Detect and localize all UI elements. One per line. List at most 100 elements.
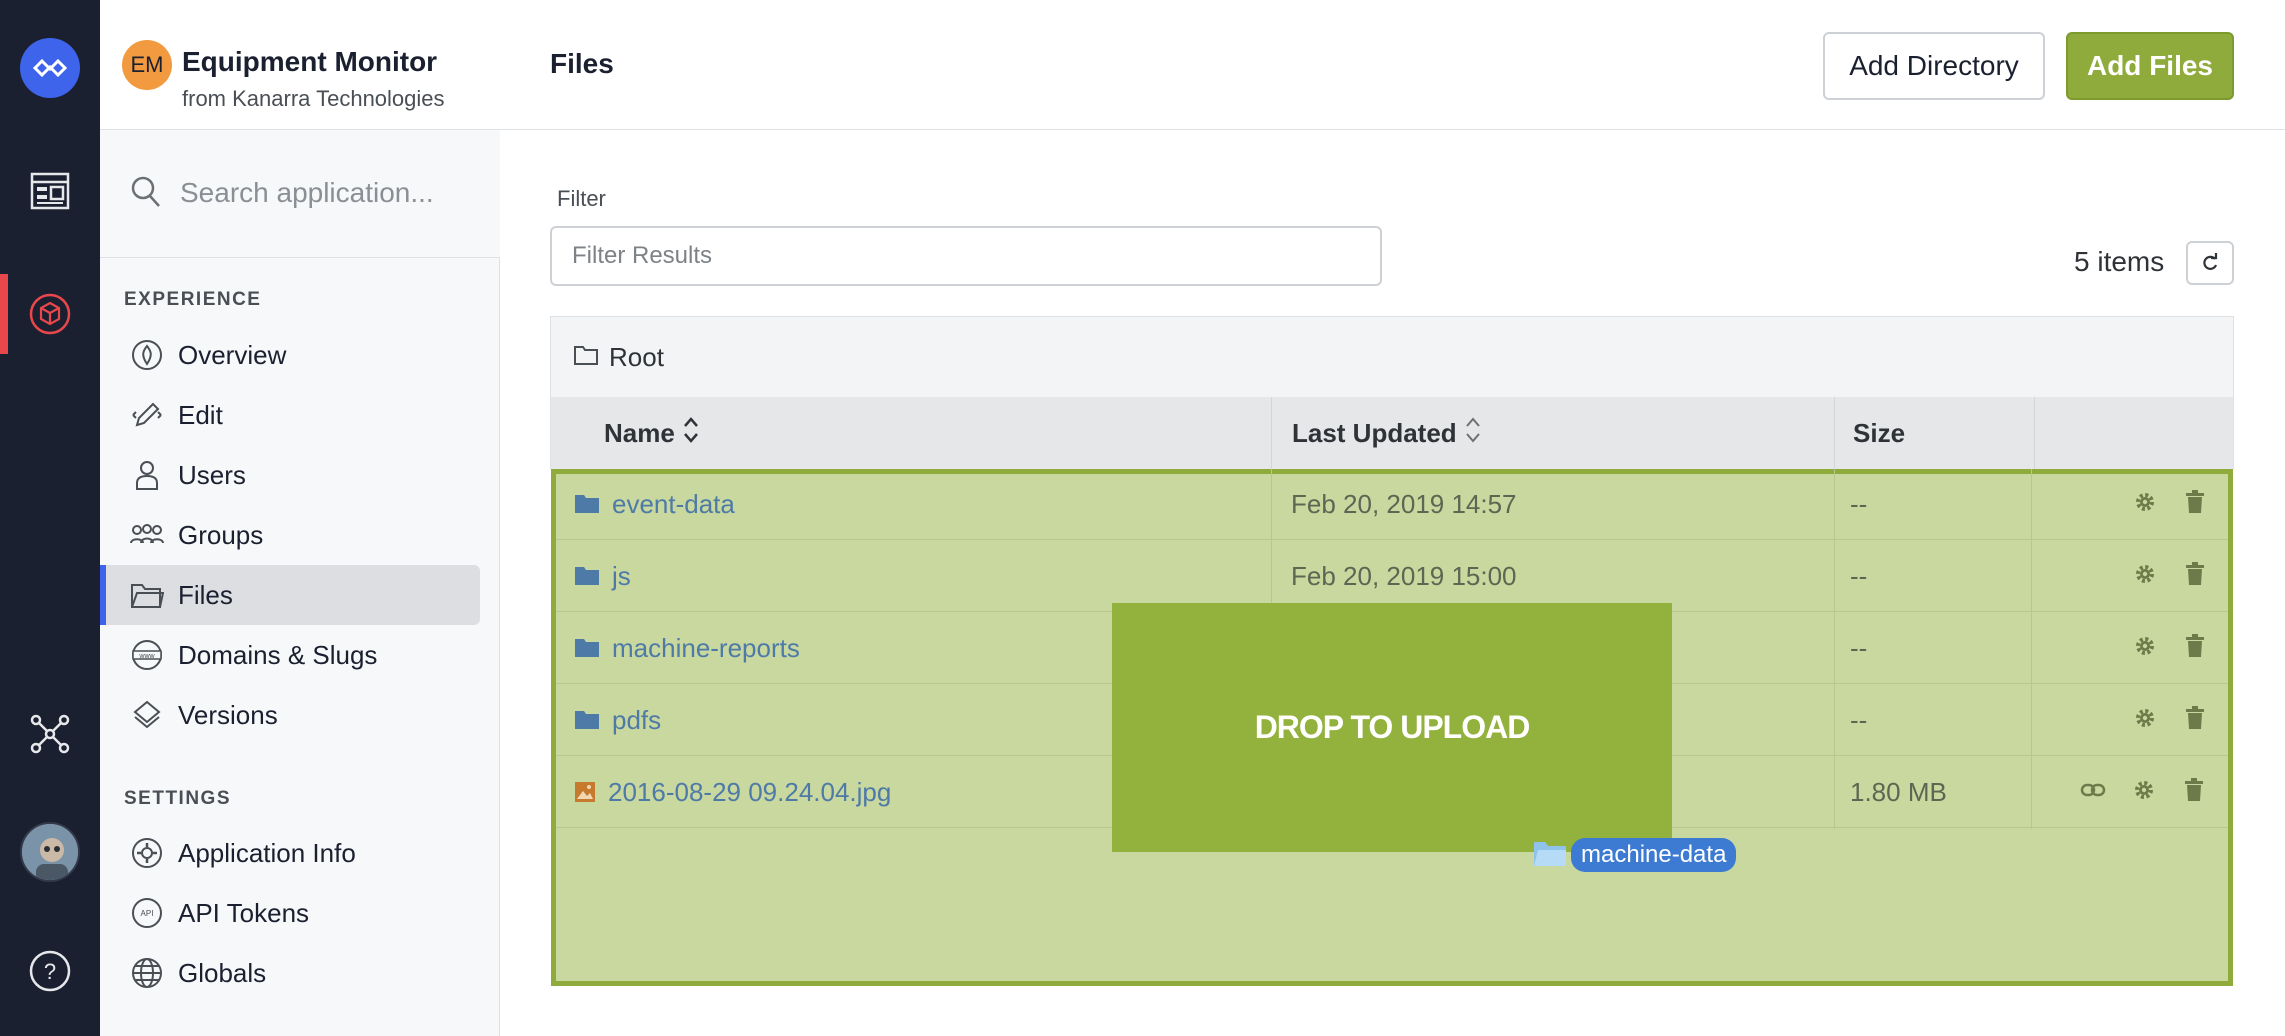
globe-www-icon: www	[130, 638, 164, 672]
trash-icon[interactable]	[2185, 489, 2205, 519]
file-name-link[interactable]: 2016-08-29 09.24.04.jpg	[608, 777, 891, 808]
trash-icon[interactable]	[2185, 561, 2205, 591]
column-size-label: Size	[1853, 417, 1906, 448]
search-bar	[100, 130, 500, 258]
globe-icon	[130, 956, 164, 990]
file-name-link[interactable]: event-data	[612, 489, 735, 520]
sidebar-item-label: Globals	[178, 957, 267, 988]
sort-icon	[683, 416, 699, 451]
row-actions	[2133, 540, 2205, 612]
refresh-icon	[2203, 253, 2218, 270]
file-name-cell[interactable]: pdfs	[574, 684, 661, 756]
sidebar-item-domains[interactable]: www Domains & Slugs	[100, 625, 480, 685]
items-count: 5 items	[2074, 246, 2165, 277]
app-header[interactable]: EM Equipment Monitor from Kanarra Techno…	[100, 0, 500, 130]
folder-icon	[574, 493, 600, 515]
add-directory-button[interactable]: Add Directory	[1823, 32, 2045, 100]
devices-icon[interactable]	[0, 712, 100, 756]
drag-ghost: machine-data	[1533, 838, 1737, 872]
sidebar-item-versions[interactable]: Versions	[100, 685, 480, 745]
size-cell: 1.80 MB	[1850, 776, 1947, 807]
home-logo[interactable]	[0, 38, 100, 98]
file-name-cell[interactable]: machine-reports	[574, 612, 800, 684]
drop-to-upload-banner: DROP TO UPLOAD	[1112, 603, 1672, 852]
table-row[interactable]: js Feb 20, 2019 15:00 --	[556, 540, 2228, 612]
sidebar-item-label: Files	[178, 579, 233, 610]
column-name[interactable]: Name	[551, 397, 1272, 469]
file-name-link[interactable]: machine-reports	[612, 633, 800, 664]
link-icon[interactable]	[2080, 782, 2106, 803]
sidebar-item-users[interactable]: Users	[100, 445, 480, 505]
column-last-updated[interactable]: Last Updated	[1272, 397, 1835, 469]
column-last-updated-label: Last Updated	[1292, 417, 1457, 448]
file-name-cell[interactable]: 2016-08-29 09.24.04.jpg	[574, 756, 891, 828]
help-icon[interactable]: ?	[0, 950, 100, 992]
sort-icon	[1465, 416, 1481, 451]
file-name-cell[interactable]: js	[574, 540, 631, 612]
breadcrumb-root[interactable]: Root	[609, 342, 664, 373]
sidebar-item-application-info[interactable]: Application Info	[100, 823, 480, 883]
user-avatar[interactable]	[0, 822, 100, 882]
filter-label: Filter	[557, 186, 606, 211]
row-actions	[2080, 756, 2204, 828]
section-title-settings: SETTINGS	[124, 788, 232, 809]
sidebar-item-label: Overview	[178, 339, 287, 370]
sidebar-item-label: Users	[178, 459, 246, 490]
size-cell: --	[1850, 632, 1868, 663]
row-actions	[2133, 468, 2205, 540]
losant-logo-icon	[20, 38, 80, 98]
applications-icon[interactable]	[0, 292, 100, 336]
api-icon: API	[130, 896, 164, 930]
gear-icon[interactable]	[2133, 634, 2157, 663]
image-file-icon	[574, 781, 596, 803]
sidebar-item-overview[interactable]: Overview	[100, 325, 480, 385]
sidebar-item-api-tokens[interactable]: API API Tokens	[100, 883, 480, 943]
page-header: Files Add Directory Add Files	[500, 0, 2285, 130]
gear-icon[interactable]	[2133, 490, 2157, 519]
trash-icon[interactable]	[2185, 705, 2205, 735]
dashboards-icon[interactable]	[0, 172, 100, 210]
sidebar-item-label: API Tokens	[178, 897, 310, 928]
sidebar-item-label: Application Info	[178, 837, 356, 868]
sidebar-item-label: Edit	[178, 399, 223, 430]
app-name: Equipment Monitor	[182, 46, 438, 77]
last-updated-cell: Feb 20, 2019 15:00	[1291, 560, 1517, 591]
refresh-button[interactable]	[2186, 241, 2234, 285]
sidebar-item-label: Domains & Slugs	[178, 639, 378, 670]
table-row[interactable]: event-data Feb 20, 2019 14:57 --	[556, 468, 2228, 540]
sidebar-item-groups[interactable]: Groups	[100, 505, 480, 565]
gear-icon[interactable]	[2132, 778, 2156, 807]
trash-icon[interactable]	[2185, 633, 2205, 663]
sidebar-item-edit[interactable]: Edit	[100, 385, 480, 445]
sidebar-item-files[interactable]: Files	[100, 565, 480, 625]
users-icon	[130, 458, 164, 492]
file-name-cell[interactable]: event-data	[574, 468, 735, 540]
filter-input[interactable]	[550, 226, 1382, 286]
file-name-link[interactable]: pdfs	[612, 705, 661, 736]
edit-icon	[130, 398, 164, 432]
sidebar-item-globals[interactable]: Globals	[100, 943, 480, 1003]
page-title: Files	[550, 48, 614, 79]
sidebar-item-label: Groups	[178, 519, 264, 550]
gear-icon[interactable]	[2133, 562, 2157, 591]
drag-item-label: machine-data	[1571, 838, 1737, 872]
size-cell: --	[1850, 488, 1868, 519]
folder-icon	[574, 709, 600, 731]
trash-icon[interactable]	[2184, 777, 2204, 807]
search-input[interactable]	[178, 168, 478, 218]
folder-icon	[574, 565, 600, 587]
versions-icon	[130, 698, 164, 732]
svg-text:?: ?	[44, 959, 56, 984]
app-initials-badge: EM	[122, 40, 172, 90]
groups-icon	[130, 518, 164, 552]
gear-icon[interactable]	[2133, 706, 2157, 735]
avatar	[20, 822, 80, 882]
app-rail: ?	[0, 0, 100, 1036]
file-name-link[interactable]: js	[612, 561, 631, 592]
last-updated-cell: Feb 20, 2019 14:57	[1291, 488, 1517, 519]
size-cell: --	[1850, 704, 1868, 735]
search-icon	[130, 175, 162, 214]
gear-icon	[130, 836, 164, 870]
add-files-button[interactable]: Add Files	[2066, 32, 2234, 100]
breadcrumb[interactable]: Root	[550, 316, 2234, 398]
